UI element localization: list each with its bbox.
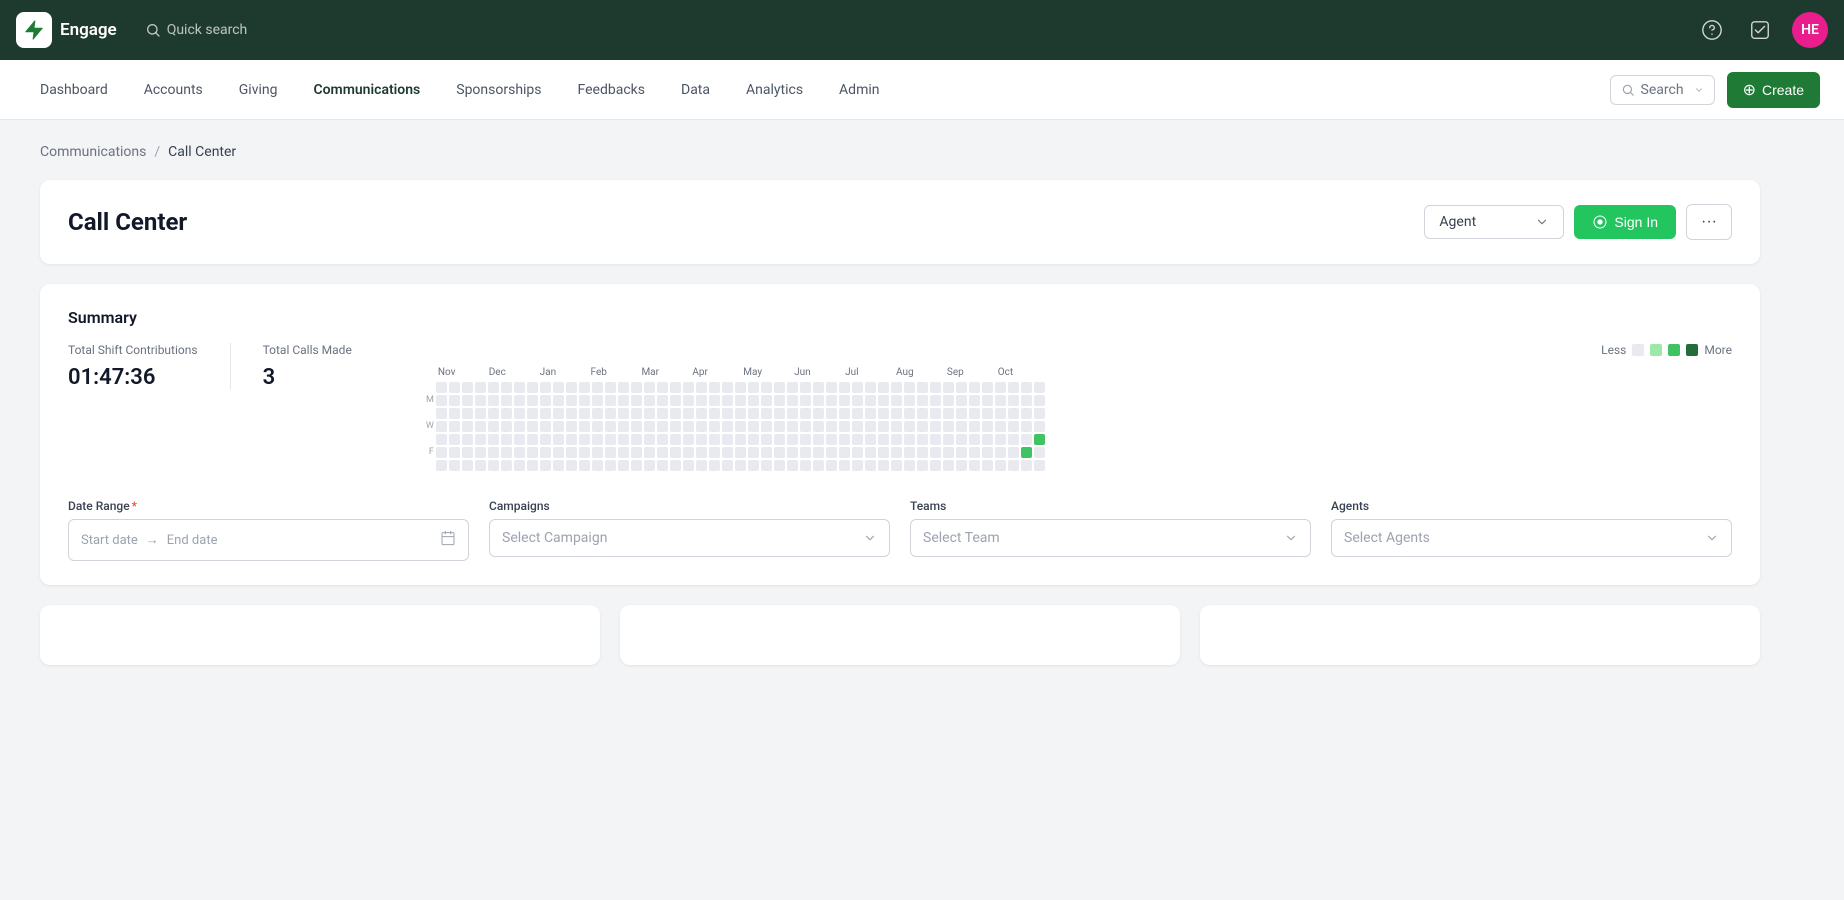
nav-giving[interactable]: Giving [223, 74, 294, 106]
nav-admin[interactable]: Admin [823, 74, 895, 106]
avatar[interactable]: HE [1792, 12, 1828, 48]
quick-search-label: Quick search [167, 22, 248, 38]
legend-less: Less [1601, 343, 1626, 357]
bottom-card-3 [1200, 605, 1760, 665]
team-chevron-icon [1284, 531, 1298, 545]
total-calls-block: Total Calls Made 3 [231, 343, 384, 390]
summary-content: Total Shift Contributions 01:47:36 Total… [68, 343, 1732, 471]
page-title: Call Center [68, 208, 187, 236]
nav-accounts[interactable]: Accounts [128, 74, 219, 106]
nav-dashboard[interactable]: Dashboard [24, 74, 124, 106]
heatmap-legend: Less More [424, 343, 1732, 357]
sign-in-icon [1592, 214, 1608, 230]
help-icon[interactable] [1696, 14, 1728, 46]
nav-analytics[interactable]: Analytics [730, 74, 819, 106]
agents-group: Agents Select Agents [1331, 499, 1732, 561]
main-content: Communications / Call Center Call Center… [0, 120, 1800, 689]
legend-box-0 [1632, 344, 1644, 356]
tasks-icon[interactable] [1744, 14, 1776, 46]
end-date-placeholder: End date [167, 533, 218, 548]
teams-group: Teams Select Team [910, 499, 1311, 561]
calendar-icon [440, 530, 456, 550]
legend-box-3 [1686, 344, 1698, 356]
navbar-right: Search ⊕ Create [1610, 72, 1820, 108]
more-button[interactable]: ··· [1686, 204, 1732, 240]
date-arrow-icon: → [146, 532, 159, 548]
search-box[interactable]: Search [1610, 75, 1715, 105]
summary-title: Summary [68, 308, 1732, 327]
breadcrumb-parent[interactable]: Communications [40, 144, 146, 160]
agents-select[interactable]: Select Agents [1331, 519, 1732, 557]
create-button[interactable]: ⊕ Create [1727, 72, 1820, 108]
teams-label: Teams [910, 499, 1311, 513]
more-icon: ··· [1701, 213, 1717, 230]
campaign-select[interactable]: Select Campaign [489, 519, 890, 557]
heatmap-grid: NovDecJanFebMarAprMayJunJulAugSepOctMWF [424, 367, 1732, 471]
team-select[interactable]: Select Team [910, 519, 1311, 557]
date-range-label: Date Range* [68, 499, 469, 513]
nav-data[interactable]: Data [665, 74, 726, 106]
heatmap: Less More NovDecJanFebMarAprMayJunJulAug… [424, 343, 1732, 471]
search-chevron-icon [1694, 85, 1704, 95]
nav-sponsorships[interactable]: Sponsorships [440, 74, 557, 106]
page-header: Call Center Agent Sign In ··· [68, 204, 1732, 240]
campaign-chevron-icon [863, 531, 877, 545]
nav-communications[interactable]: Communications [297, 74, 436, 106]
sign-in-label: Sign In [1614, 214, 1658, 230]
topbar-right: HE [1696, 12, 1828, 48]
date-range-group: Date Range* Start date → End date [68, 499, 469, 561]
legend-box-1 [1650, 344, 1662, 356]
legend-box-2 [1668, 344, 1680, 356]
quick-search[interactable]: Quick search [145, 22, 248, 38]
topbar: Engage Quick search HE [0, 0, 1844, 60]
page-header-card: Call Center Agent Sign In ··· [40, 180, 1760, 264]
campaigns-label: Campaigns [489, 499, 890, 513]
summary-stats: Total Shift Contributions 01:47:36 Total… [68, 343, 384, 390]
breadcrumb-separator: / [154, 144, 160, 160]
agents-label: Agents [1331, 499, 1732, 513]
start-date-placeholder: Start date [81, 533, 138, 548]
total-calls-value: 3 [263, 365, 352, 390]
avatar-initials: HE [1801, 22, 1819, 38]
total-shift-value: 01:47:36 [68, 365, 198, 390]
total-shift-label: Total Shift Contributions [68, 343, 198, 357]
sign-in-button[interactable]: Sign In [1574, 205, 1676, 239]
logo[interactable]: Engage [16, 12, 117, 48]
total-shift-block: Total Shift Contributions 01:47:36 [68, 343, 231, 390]
summary-card: Summary Total Shift Contributions 01:47:… [40, 284, 1760, 585]
create-plus-icon: ⊕ [1743, 80, 1756, 100]
total-calls-label: Total Calls Made [263, 343, 352, 357]
campaign-placeholder: Select Campaign [502, 530, 607, 546]
search-icon [145, 22, 161, 38]
create-label: Create [1762, 82, 1804, 98]
agents-placeholder: Select Agents [1344, 530, 1430, 546]
legend-more: More [1704, 343, 1732, 357]
bottom-row [40, 605, 1760, 665]
nav-feedbacks[interactable]: Feedbacks [562, 74, 661, 106]
required-mark: * [132, 499, 137, 513]
filters-row: Date Range* Start date → End date Campai… [68, 499, 1732, 561]
team-placeholder: Select Team [923, 530, 1000, 546]
agent-label: Agent [1439, 214, 1476, 230]
breadcrumb: Communications / Call Center [40, 144, 1760, 160]
search-box-icon [1621, 83, 1635, 97]
bottom-card-1 [40, 605, 600, 665]
agent-chevron-icon [1535, 215, 1549, 229]
agents-chevron-icon [1705, 531, 1719, 545]
navbar: Dashboard Accounts Giving Communications… [0, 60, 1844, 120]
agent-dropdown[interactable]: Agent [1424, 205, 1564, 239]
app-name: Engage [60, 20, 117, 40]
search-label: Search [1641, 82, 1684, 98]
breadcrumb-current: Call Center [168, 144, 236, 160]
page-header-right: Agent Sign In ··· [1424, 204, 1732, 240]
campaigns-group: Campaigns Select Campaign [489, 499, 890, 561]
bottom-card-2 [620, 605, 1180, 665]
date-range-input[interactable]: Start date → End date [68, 519, 469, 561]
logo-icon [16, 12, 52, 48]
